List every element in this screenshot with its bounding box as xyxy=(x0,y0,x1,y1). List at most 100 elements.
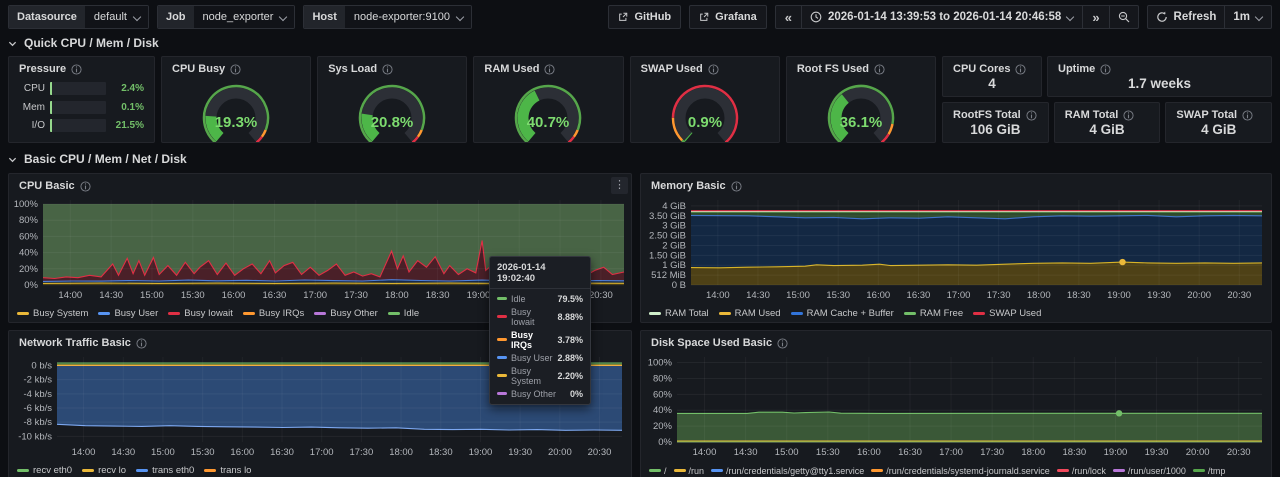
bar-fill xyxy=(50,119,52,132)
panel-uptime: Uptime 1.7 weeks xyxy=(1047,56,1272,97)
tooltip-series-value: 8.88% xyxy=(557,312,583,322)
svg-text:15:00: 15:00 xyxy=(151,447,175,458)
bar-gauge xyxy=(50,82,106,95)
legend-item[interactable]: /run/credentials/getty@tty1.service xyxy=(711,466,864,476)
chevron-down-icon xyxy=(457,14,464,21)
legend-item[interactable]: trans eth0 xyxy=(136,466,194,476)
legend-item[interactable]: recv eth0 xyxy=(17,466,72,476)
section-quick-cpu-mem-disk[interactable]: Quick CPU / Mem / Disk xyxy=(8,32,1272,54)
info-icon[interactable] xyxy=(136,338,147,349)
svg-text:20%: 20% xyxy=(19,264,39,275)
svg-text:-6 kb/s: -6 kb/s xyxy=(23,403,52,414)
info-icon[interactable] xyxy=(230,64,241,75)
legend-item[interactable]: trans lo xyxy=(204,466,251,476)
legend-series-color xyxy=(204,469,216,472)
svg-text:19.3%: 19.3% xyxy=(215,114,258,131)
time-range-button[interactable]: 2026-01-14 13:39:53 to 2026-01-14 20:46:… xyxy=(801,6,1082,28)
legend-item[interactable]: /tmp xyxy=(1193,466,1226,476)
info-icon[interactable] xyxy=(731,181,742,192)
legend-series-color xyxy=(711,469,723,472)
time-shift-back-button[interactable]: « xyxy=(776,6,801,28)
svg-text:18:30: 18:30 xyxy=(1067,290,1091,301)
legend-item[interactable]: RAM Used xyxy=(719,309,781,319)
zoom-out-button[interactable] xyxy=(1109,6,1138,28)
legend-series-label: recv lo xyxy=(98,466,126,476)
tooltip-rows: Idle79.5%Busy Iowait8.88%Busy IRQs3.78%B… xyxy=(490,289,590,404)
variable-job[interactable]: Job node_exporter xyxy=(157,5,296,29)
info-icon[interactable] xyxy=(1015,64,1026,75)
panel-memory-basic: Memory Basic 4 GiB3.50 GiB3 GiB2.50 GiB2… xyxy=(640,173,1272,323)
legend-item[interactable]: /run/user/1000 xyxy=(1113,466,1186,476)
legend-series-label: Idle xyxy=(404,309,419,319)
svg-text:15:30: 15:30 xyxy=(191,447,215,458)
memory-basic-legend: RAM Total RAM Used RAM Cache + Buffer RAM F… xyxy=(641,309,1271,322)
svg-text:15:00: 15:00 xyxy=(775,447,799,458)
variable-datasource[interactable]: Datasource default xyxy=(8,5,149,29)
pressure-row-mem: Mem 0.1% xyxy=(19,101,144,114)
info-icon[interactable] xyxy=(544,64,555,75)
info-icon[interactable] xyxy=(708,64,719,75)
svg-text:17:30: 17:30 xyxy=(980,447,1004,458)
disk-space-plot[interactable]: 100%80%60%40%20%0%14:0014:3015:0015:3016… xyxy=(641,349,1271,466)
legend-item[interactable]: Busy Iowait xyxy=(168,309,233,319)
svg-text:18:30: 18:30 xyxy=(426,290,450,301)
legend-item[interactable]: Busy System xyxy=(17,309,88,319)
legend-item[interactable]: Busy IRQs xyxy=(243,309,304,319)
legend-item[interactable]: / xyxy=(649,466,667,476)
legend-series-label: Busy IRQs xyxy=(259,309,304,319)
memory-basic-plot[interactable]: 4 GiB3.50 GiB3 GiB2.50 GiB2 GiB1.50 GiB1… xyxy=(641,192,1271,309)
time-picker: « 2026-01-14 13:39:53 to 2026-01-14 20:4… xyxy=(775,5,1139,29)
svg-text:20:00: 20:00 xyxy=(1186,447,1210,458)
info-icon[interactable] xyxy=(874,64,885,75)
info-icon[interactable] xyxy=(1100,64,1111,75)
svg-text:16:00: 16:00 xyxy=(857,447,881,458)
bar-value: 2.4% xyxy=(111,83,144,94)
legend-item[interactable]: /run xyxy=(674,466,705,476)
legend-item[interactable]: Busy Other xyxy=(314,309,378,319)
svg-text:80%: 80% xyxy=(19,215,39,226)
legend-item[interactable]: SWAP Used xyxy=(973,309,1041,319)
legend-item[interactable]: recv lo xyxy=(82,466,126,476)
svg-text:17:00: 17:00 xyxy=(947,290,971,301)
legend-item[interactable]: Idle xyxy=(388,309,419,319)
variable-host[interactable]: Host node-exporter:9100 xyxy=(303,5,471,29)
legend-series-label: RAM Total xyxy=(665,309,709,319)
info-icon[interactable] xyxy=(382,64,393,75)
legend-item[interactable]: RAM Cache + Buffer xyxy=(791,309,894,319)
section-basic-cpu-mem-net-disk[interactable]: Basic CPU / Mem / Net / Disk xyxy=(8,147,1272,171)
legend-item[interactable]: RAM Total xyxy=(649,309,709,319)
svg-text:-4 kb/s: -4 kb/s xyxy=(23,389,52,400)
panel-swap-total: SWAP Total 4 GiB xyxy=(1165,102,1272,143)
info-icon[interactable] xyxy=(777,338,788,349)
panel-title: Disk Space Used Basic xyxy=(651,337,772,349)
bar-label: Mem xyxy=(19,102,45,113)
tooltip-series-value: 3.78% xyxy=(557,335,583,345)
refresh-button[interactable]: Refresh xyxy=(1148,6,1225,28)
legend-item[interactable]: RAM Free xyxy=(904,309,963,319)
legend-item[interactable]: Busy User xyxy=(98,309,158,319)
svg-text:100%: 100% xyxy=(14,199,39,210)
legend-item[interactable]: /run/lock xyxy=(1057,466,1106,476)
svg-text:17:00: 17:00 xyxy=(939,447,963,458)
chevron-down-icon xyxy=(8,39,17,48)
legend-series-color xyxy=(388,312,400,315)
info-icon[interactable] xyxy=(1242,110,1253,121)
legend-series-label: /run xyxy=(689,466,705,476)
svg-text:0 B: 0 B xyxy=(672,280,686,291)
info-icon[interactable] xyxy=(1026,110,1037,121)
github-link-button[interactable]: GitHub xyxy=(608,5,681,29)
svg-text:20:00: 20:00 xyxy=(1187,290,1211,301)
info-icon[interactable] xyxy=(71,64,82,75)
legend-item[interactable]: /run/credentials/systemd-journald.servic… xyxy=(871,466,1050,476)
info-icon[interactable] xyxy=(1123,110,1134,121)
info-icon[interactable] xyxy=(80,181,91,192)
svg-text:19:00: 19:00 xyxy=(469,447,493,458)
legend-series-label: / xyxy=(664,466,667,476)
svg-text:0.9%: 0.9% xyxy=(688,114,722,131)
variable-value: node-exporter:9100 xyxy=(354,11,450,23)
grafana-link-button[interactable]: Grafana xyxy=(689,5,767,29)
refresh-interval-dropdown[interactable]: 1m xyxy=(1224,6,1271,28)
legend-series-label: Busy System xyxy=(33,309,88,319)
time-shift-forward-button[interactable]: » xyxy=(1082,6,1108,28)
svg-text:18:00: 18:00 xyxy=(1027,290,1051,301)
